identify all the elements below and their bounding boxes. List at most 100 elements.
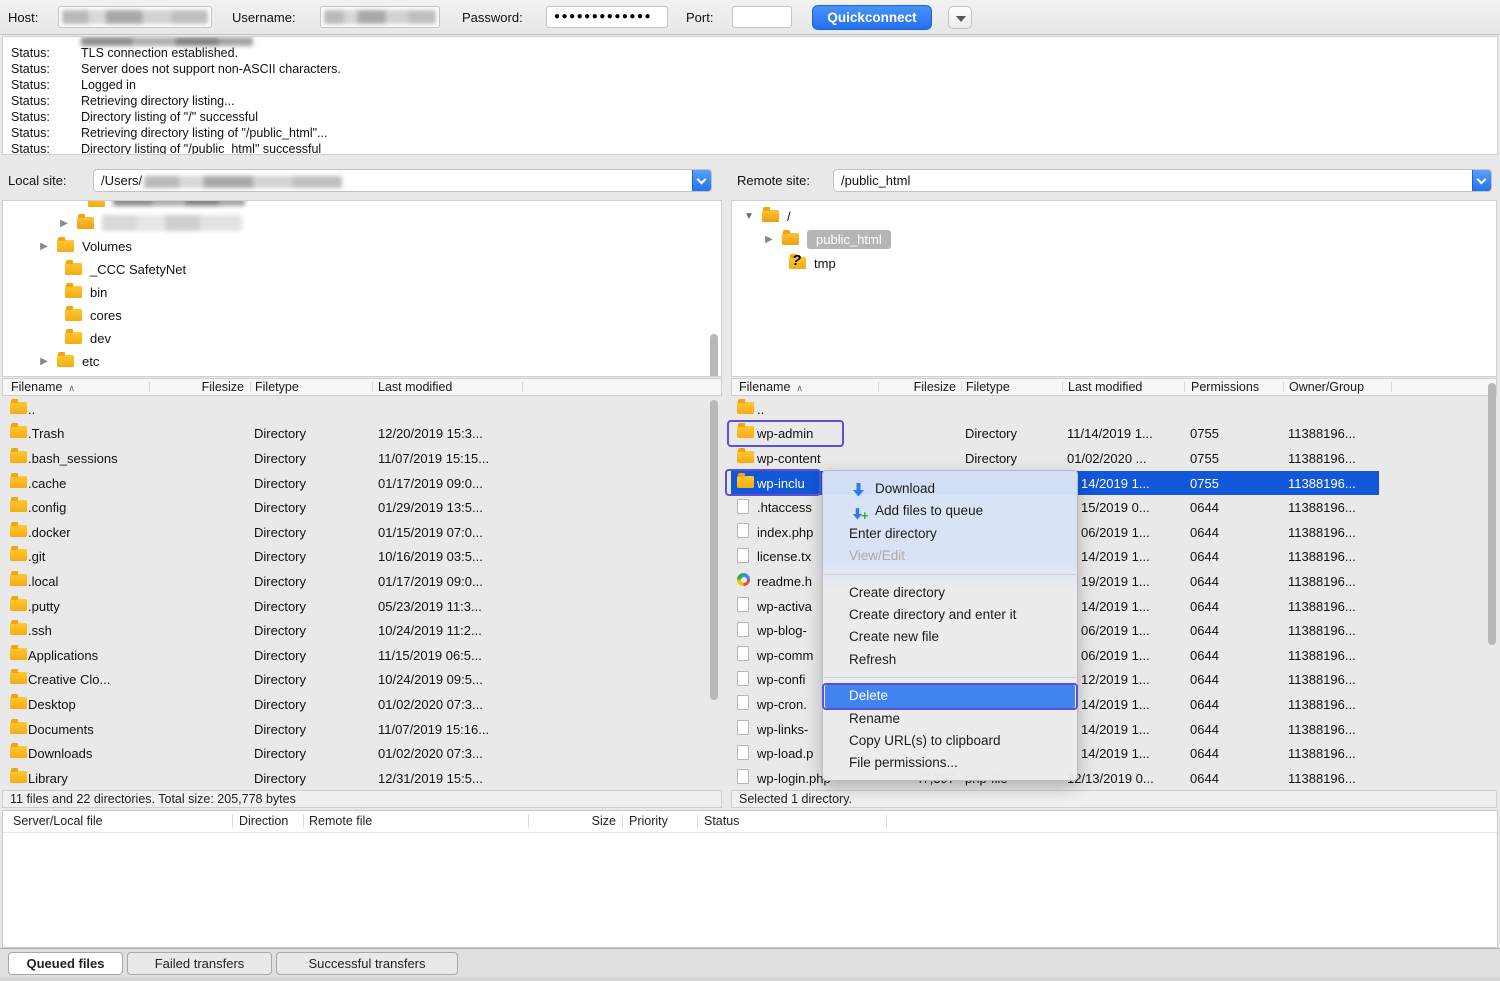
file-row[interactable]: DesktopDirectory01/02/2020 07:3... bbox=[2, 692, 708, 717]
remote-site-path: /public_html bbox=[841, 173, 910, 188]
tab-failed-transfers[interactable]: Failed transfers bbox=[127, 952, 272, 975]
column-header-direction[interactable]: Direction bbox=[239, 814, 288, 828]
menu-item-create-new-file[interactable]: Create new file bbox=[823, 626, 1077, 648]
local-site-dropdown-button[interactable] bbox=[692, 170, 711, 191]
column-header-filetype[interactable]: Filetype bbox=[966, 380, 1010, 394]
file-row[interactable]: Creative Clo...Directory10/24/2019 09:5.… bbox=[2, 668, 708, 693]
remote-site-dropdown-button[interactable] bbox=[1472, 170, 1491, 191]
local-tree-scrollbar[interactable] bbox=[710, 334, 718, 377]
column-header-modified[interactable]: Last modified bbox=[378, 380, 452, 394]
expand-arrow-icon[interactable]: ▶ bbox=[59, 218, 69, 229]
folder-icon bbox=[88, 200, 105, 207]
redacted-folder-name bbox=[113, 200, 245, 206]
tree-item-bin[interactable]: bin bbox=[65, 281, 107, 303]
menu-item-add-files-to-queue[interactable]: + Add files to queue bbox=[823, 500, 1077, 522]
host-input[interactable] bbox=[58, 6, 212, 28]
file-row[interactable]: .cacheDirectory01/17/2019 09:0... bbox=[2, 471, 708, 496]
log-line: Status:Retrieving directory listing of "… bbox=[3, 125, 1497, 141]
queue-tabs-bar: Queued files Failed transfers Successful… bbox=[0, 948, 1500, 977]
menu-item-file-permissions[interactable]: File permissions... bbox=[823, 752, 1077, 774]
quickconnect-button[interactable]: Quickconnect bbox=[812, 5, 932, 30]
file-row-up[interactable]: .. bbox=[731, 397, 1486, 422]
column-header-permissions[interactable]: Permissions bbox=[1191, 380, 1259, 394]
column-header-size[interactable]: Size bbox=[536, 814, 616, 828]
file-row[interactable]: .bash_sessionsDirectory11/07/2019 15:15.… bbox=[2, 446, 708, 471]
remote-site-combobox[interactable]: /public_html bbox=[833, 169, 1492, 192]
file-row[interactable]: .dockerDirectory01/15/2019 07:0... bbox=[2, 520, 708, 545]
local-directory-tree[interactable]: ▶ ▶ Volumes _CCC SafetyNet bin cores dev… bbox=[2, 200, 722, 377]
file-row[interactable]: .gitDirectory10/16/2019 03:5... bbox=[2, 545, 708, 570]
tree-item-root[interactable]: ▼ / bbox=[744, 205, 791, 227]
collapse-arrow-icon[interactable]: ▼ bbox=[744, 211, 754, 222]
menu-item-refresh[interactable]: Refresh bbox=[823, 649, 1077, 671]
tree-item-cores[interactable]: cores bbox=[65, 304, 122, 326]
tree-item-etc[interactable]: ▶ etc bbox=[39, 350, 99, 372]
file-row[interactable]: DocumentsDirectory11/07/2019 15:16... bbox=[2, 717, 708, 742]
file-row[interactable]: .puttyDirectory05/23/2019 11:3... bbox=[2, 594, 708, 619]
column-header-modified[interactable]: Last modified bbox=[1068, 380, 1142, 394]
column-header-filename[interactable]: Filename∧ bbox=[11, 380, 75, 394]
file-row-wp-content[interactable]: wp-contentDirectory01/02/2020 ...0755113… bbox=[731, 446, 1486, 471]
column-header-filetype[interactable]: Filetype bbox=[255, 380, 299, 394]
tab-queued-files[interactable]: Queued files bbox=[8, 952, 123, 975]
menu-item-download[interactable]: Download bbox=[823, 478, 1077, 500]
column-header-remote-file[interactable]: Remote file bbox=[309, 814, 372, 828]
open-folder-icon bbox=[762, 210, 779, 222]
local-list-scrollbar[interactable] bbox=[710, 400, 718, 700]
column-header-server-local-file[interactable]: Server/Local file bbox=[13, 814, 103, 828]
redacted-host-value bbox=[62, 10, 208, 24]
file-row[interactable]: .configDirectory01/29/2019 13:5... bbox=[2, 495, 708, 520]
remote-list-scrollbar[interactable] bbox=[1488, 383, 1496, 645]
column-header-status[interactable]: Status bbox=[704, 814, 739, 828]
quickconnect-dropdown-button[interactable] bbox=[948, 6, 972, 29]
file-row[interactable]: .sshDirectory10/24/2019 11:2... bbox=[2, 618, 708, 643]
column-header-filesize[interactable]: Filesize bbox=[904, 380, 956, 394]
folder-icon bbox=[10, 697, 27, 709]
local-site-label: Local site: bbox=[8, 169, 67, 192]
file-row[interactable]: LibraryDirectory12/31/2019 15:5... bbox=[2, 766, 708, 791]
file-row[interactable]: .TrashDirectory12/20/2019 15:3... bbox=[2, 422, 708, 447]
tree-item-dev[interactable]: dev bbox=[65, 327, 111, 349]
tree-item-redacted[interactable]: ▶ bbox=[59, 212, 242, 234]
file-row[interactable]: DownloadsDirectory01/02/2020 07:3... bbox=[2, 741, 708, 766]
username-label: Username: bbox=[232, 6, 296, 29]
tree-item-ccc-safetynet[interactable]: _CCC SafetyNet bbox=[65, 258, 186, 280]
menu-item-rename[interactable]: Rename bbox=[823, 708, 1077, 730]
folder-icon bbox=[10, 599, 27, 611]
menu-item-enter-directory[interactable]: Enter directory bbox=[823, 523, 1077, 545]
folder-icon bbox=[65, 286, 82, 298]
port-input[interactable] bbox=[732, 6, 792, 28]
password-input[interactable]: ●●●●●●●●●●●●● bbox=[546, 6, 668, 28]
expand-arrow-icon[interactable]: ▶ bbox=[39, 241, 49, 252]
folder-icon bbox=[10, 648, 27, 660]
menu-item-delete[interactable]: Delete bbox=[825, 685, 1075, 707]
remote-directory-tree[interactable]: ▼ / ▶ public_html ? tmp bbox=[731, 200, 1497, 377]
expand-arrow-icon[interactable]: ▶ bbox=[764, 234, 774, 245]
file-row[interactable]: .localDirectory01/17/2019 09:0... bbox=[2, 569, 708, 594]
menu-item-create-directory[interactable]: Create directory bbox=[823, 582, 1077, 604]
log-line: Status:Server does not support non-ASCII… bbox=[3, 61, 1497, 77]
file-row-up[interactable]: .. bbox=[2, 397, 708, 422]
column-header-priority[interactable]: Priority bbox=[629, 814, 668, 828]
column-header-filesize[interactable]: Filesize bbox=[155, 380, 244, 394]
tree-item-volumes[interactable]: ▶ Volumes bbox=[39, 235, 132, 257]
menu-item-copy-urls[interactable]: Copy URL(s) to clipboard bbox=[823, 730, 1077, 752]
tab-successful-transfers[interactable]: Successful transfers bbox=[276, 952, 458, 975]
status-message-log[interactable]: Status:TLS connection established. Statu… bbox=[2, 36, 1498, 155]
tree-item-partial[interactable] bbox=[88, 200, 245, 212]
menu-item-create-directory-and-enter[interactable]: Create directory and enter it bbox=[823, 604, 1077, 626]
file-row-wp-admin[interactable]: wp-adminDirectory11/14/2019 1...07551138… bbox=[731, 422, 1486, 447]
column-header-filename[interactable]: Filename∧ bbox=[739, 380, 803, 394]
local-site-combobox[interactable]: /Users/ bbox=[93, 169, 712, 192]
expand-arrow-icon[interactable]: ▶ bbox=[39, 356, 49, 367]
host-label: Host: bbox=[8, 6, 38, 29]
file-row[interactable]: ApplicationsDirectory11/15/2019 06:5... bbox=[2, 643, 708, 668]
local-file-list[interactable]: .. .TrashDirectory12/20/2019 15:3... .ba… bbox=[2, 397, 708, 791]
username-input[interactable] bbox=[320, 6, 440, 28]
local-list-header: Filename∧ Filesize Filetype Last modifie… bbox=[2, 378, 722, 396]
column-header-owner[interactable]: Owner/Group bbox=[1289, 380, 1364, 394]
tree-item-public-html[interactable]: ▶ public_html bbox=[764, 228, 891, 250]
transfer-queue-panel[interactable]: Server/Local file Direction Remote file … bbox=[2, 810, 1498, 948]
folder-icon bbox=[10, 722, 27, 734]
tree-item-tmp[interactable]: ? tmp bbox=[789, 252, 836, 274]
